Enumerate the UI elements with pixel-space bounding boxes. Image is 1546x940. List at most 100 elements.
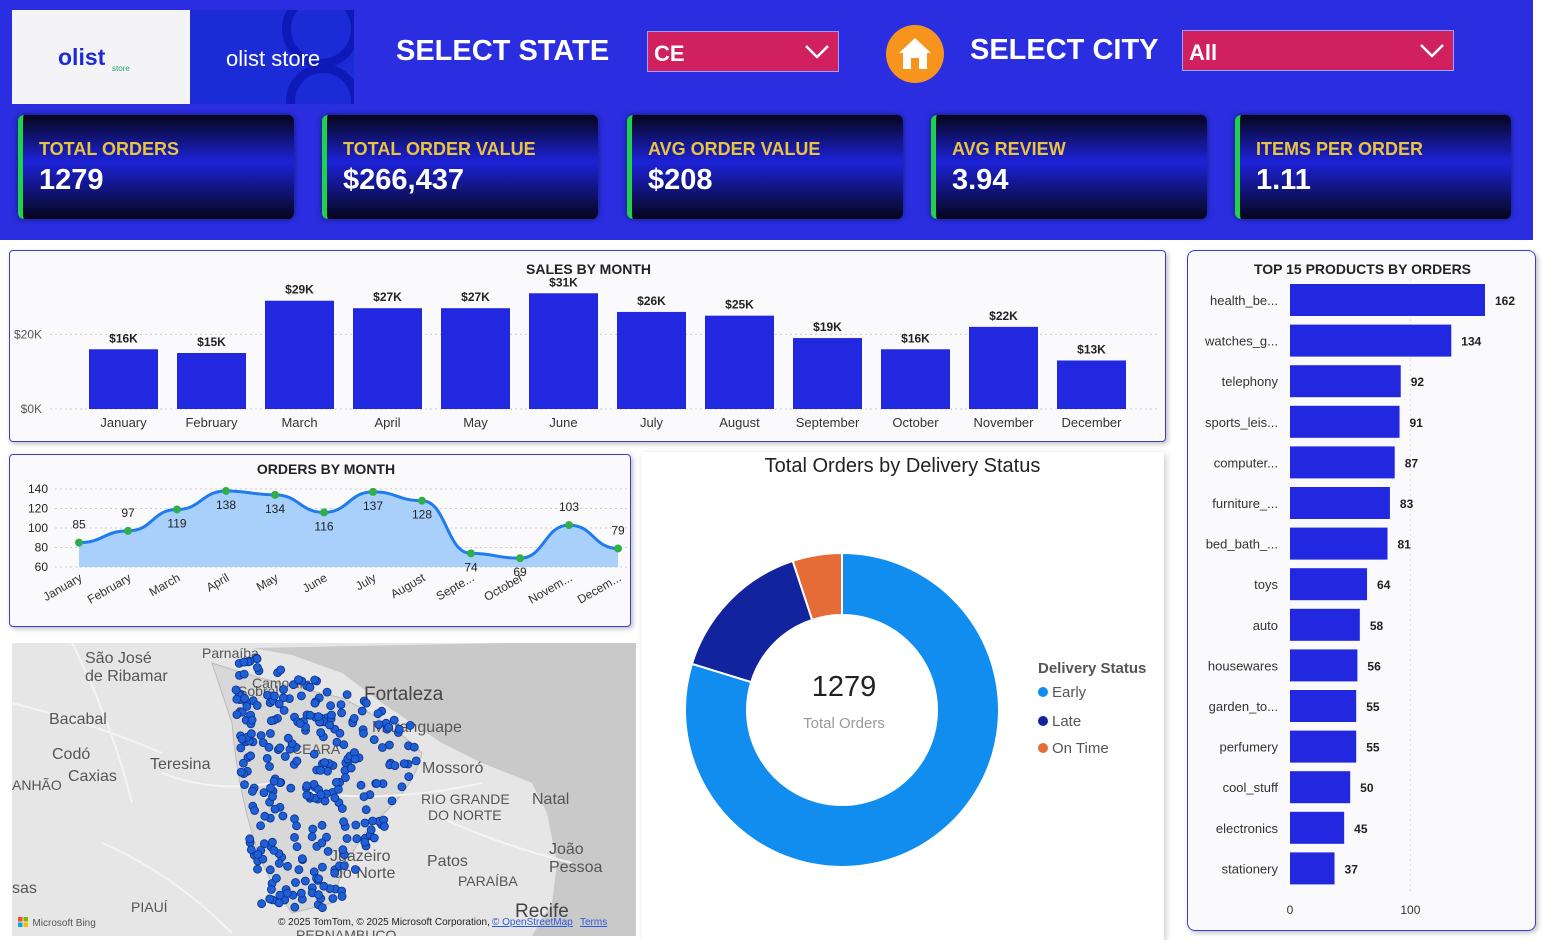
data-label: $19K xyxy=(813,320,842,334)
top-products-panel: TOP 15 PRODUCTS BY ORDERS health_be... 16… xyxy=(1187,250,1536,931)
map-marker xyxy=(314,874,324,884)
map-marker xyxy=(265,762,274,771)
y-tick-label: $20K xyxy=(14,327,42,341)
map-copyright: © 2025 TomTom, © 2025 Microsoft Corporat… xyxy=(278,917,490,928)
logo-sub: store xyxy=(112,64,130,73)
data-point xyxy=(75,538,83,547)
data-label: 87 xyxy=(1405,456,1419,470)
y-tick-label: 80 xyxy=(35,541,49,555)
windows-icon xyxy=(18,916,28,927)
data-label: 81 xyxy=(1398,538,1412,552)
orders-map[interactable]: São José de Ribamar Parnaíba Fortaleza B… xyxy=(12,643,636,936)
x-tick-label: June xyxy=(300,570,330,595)
data-label: $16K xyxy=(109,331,138,345)
x-tick-label: August xyxy=(388,570,428,601)
data-label: $31K xyxy=(549,275,578,289)
chevron-down-icon xyxy=(1420,44,1444,58)
bar xyxy=(265,300,334,409)
map-marker xyxy=(310,675,320,685)
kpi-card-total-order-value: TOTAL ORDER VALUE $266,437 xyxy=(322,115,598,219)
x-tick-label: Decem... xyxy=(575,570,624,606)
map-marker xyxy=(356,780,366,790)
map-marker xyxy=(323,846,333,856)
city-dropdown[interactable]: All xyxy=(1182,30,1454,71)
map-marker xyxy=(267,837,277,847)
logo-brand: olist xyxy=(58,44,106,70)
x-tick-label: July xyxy=(353,570,378,593)
map-marker xyxy=(339,861,349,871)
map-marker xyxy=(372,779,382,788)
data-label: 119 xyxy=(167,516,186,530)
map-marker xyxy=(246,729,256,739)
home-button[interactable] xyxy=(886,25,944,83)
map-marker xyxy=(322,687,332,697)
map-marker xyxy=(250,806,260,815)
map-marker xyxy=(316,790,326,800)
donut-center-label: Total Orders xyxy=(803,715,885,732)
map-marker xyxy=(292,821,301,831)
map-marker xyxy=(411,756,421,766)
map-marker xyxy=(336,700,346,710)
map-marker xyxy=(265,865,275,875)
legend-dot xyxy=(1038,716,1048,726)
x-tick-label: February xyxy=(85,570,134,606)
bing-logo: Microsoft Bing xyxy=(18,913,96,931)
category-label: watches_g... xyxy=(1204,334,1278,349)
data-point xyxy=(173,505,181,514)
map-marker xyxy=(296,888,306,898)
data-label: 50 xyxy=(1360,781,1374,795)
bar xyxy=(1290,487,1390,519)
x-tick-label: June xyxy=(549,415,577,430)
kpi-title: TOTAL ORDER VALUE xyxy=(343,139,536,159)
kpi-card-avg-order-value: AVG ORDER VALUE $208 xyxy=(627,115,903,219)
map-marker xyxy=(269,845,279,855)
legend-label: Early xyxy=(1052,684,1087,701)
bar xyxy=(1290,324,1452,357)
map-marker xyxy=(290,902,300,912)
y-tick-label: 140 xyxy=(28,482,48,496)
map-marker xyxy=(339,817,349,827)
data-point xyxy=(369,487,377,496)
header-banner: olist store olist store SELECT STATE CE … xyxy=(0,0,1533,240)
data-label: $13K xyxy=(1077,342,1106,356)
bar xyxy=(353,308,422,409)
data-point xyxy=(418,496,426,505)
osm-link[interactable]: © OpenStreetMap xyxy=(492,917,573,928)
map-marker xyxy=(368,816,378,826)
map-marker xyxy=(409,742,419,752)
legend-title: Delivery Status xyxy=(1038,660,1147,677)
data-label: $22K xyxy=(989,309,1018,323)
map-marker xyxy=(366,825,376,835)
x-tick-label: 0 xyxy=(1287,903,1294,917)
data-label: 134 xyxy=(1461,335,1481,349)
map-marker xyxy=(357,706,367,716)
map-marker xyxy=(399,759,409,768)
bar xyxy=(1290,771,1351,804)
kpi-value: 1279 xyxy=(39,164,104,196)
map-marker xyxy=(275,890,285,900)
state-value: CE xyxy=(654,41,685,66)
map-marker xyxy=(268,792,277,802)
data-point xyxy=(222,486,230,495)
legend-item-on-time: On Time xyxy=(1038,740,1109,757)
legend-dot xyxy=(1038,743,1048,753)
map-marker xyxy=(326,701,336,711)
bar xyxy=(1290,690,1357,722)
map-marker xyxy=(325,720,335,730)
bar xyxy=(1057,360,1126,409)
state-dropdown[interactable]: CE xyxy=(647,31,839,72)
category-label: auto xyxy=(1253,618,1278,633)
data-label: 58 xyxy=(1370,619,1384,633)
kpi-title: TOTAL ORDERS xyxy=(39,139,180,159)
data-label: 55 xyxy=(1366,700,1380,714)
map-marker xyxy=(405,721,415,730)
terms-link[interactable]: Terms xyxy=(580,917,607,928)
category-label: computer... xyxy=(1214,455,1278,470)
category-label: health_be... xyxy=(1210,293,1278,308)
map-marker xyxy=(373,709,383,718)
kpi-value: 1.11 xyxy=(1256,164,1311,196)
map-marker xyxy=(232,710,242,719)
kpi-card-avg-review: AVG REVIEW 3.94 xyxy=(931,115,1207,219)
map-marker xyxy=(361,805,371,815)
x-tick-label: August xyxy=(719,415,760,430)
